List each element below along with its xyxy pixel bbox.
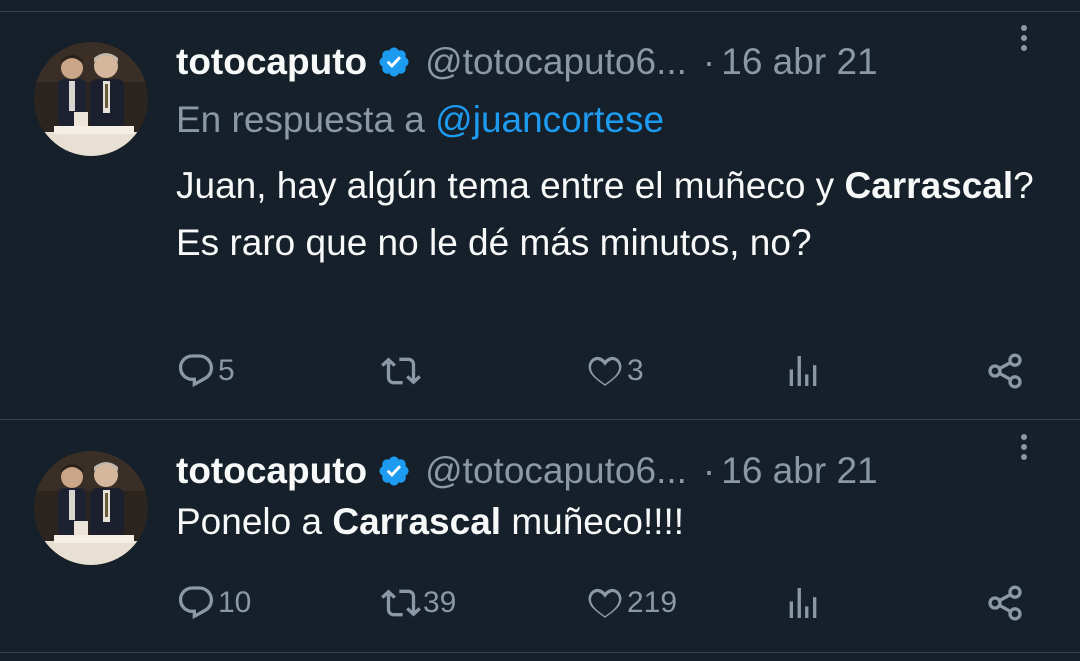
reply-bubble-icon — [178, 586, 214, 620]
avatar-photo — [34, 451, 148, 565]
share-button[interactable] — [985, 349, 1025, 393]
reply-bubble-icon — [178, 354, 214, 388]
tweet-text: Ponelo a Carrascal muñeco!!!! — [176, 501, 1056, 543]
tweet-date[interactable]: 16 abr 21 — [721, 42, 877, 82]
retweet-icon — [381, 357, 421, 385]
user-handle[interactable]: @totocaputo6... — [425, 42, 687, 82]
reply-count: 10 — [218, 586, 252, 619]
more-vertical-icon[interactable] — [1012, 429, 1036, 465]
share-icon — [988, 585, 1022, 621]
more-vertical-icon[interactable] — [1012, 20, 1036, 56]
tweet[interactable]: totocaputo @totocaputo6... · 16 abr 21 E… — [0, 12, 1080, 420]
tweet-text-part: muñeco!!!! — [501, 501, 685, 542]
avatar[interactable] — [34, 42, 148, 156]
user-handle[interactable]: @totocaputo6... — [425, 451, 687, 491]
tweet-actions: 5 3 — [0, 349, 1080, 393]
display-name[interactable]: totocaputo — [176, 42, 367, 82]
heart-icon — [588, 356, 622, 386]
share-icon — [988, 353, 1022, 389]
analytics-bars-icon — [789, 588, 817, 618]
reply-button[interactable]: 5 — [176, 349, 235, 393]
views-button[interactable] — [783, 349, 823, 393]
separator-dot: · — [702, 41, 716, 82]
avatar-photo — [34, 42, 148, 156]
like-count: 3 — [627, 354, 644, 387]
avatar[interactable] — [34, 451, 148, 565]
tweet-text-bold: Carrascal — [332, 501, 502, 542]
like-button[interactable]: 219 — [585, 581, 677, 625]
retweet-count: 39 — [423, 586, 457, 619]
verified-badge-icon — [379, 456, 409, 486]
tweet-text-part: Juan, hay algún tema entre el muñeco y — [176, 165, 845, 206]
reply-prefix: En respuesta a — [176, 99, 436, 140]
heart-icon — [588, 588, 622, 618]
analytics-bars-icon — [789, 356, 817, 386]
tweet[interactable]: totocaputo @totocaputo6... · 16 abr 21 P… — [0, 421, 1080, 653]
reply-count: 5 — [218, 354, 235, 387]
like-button[interactable]: 3 — [585, 349, 644, 393]
reply-mention-link[interactable]: @juancortese — [435, 99, 664, 140]
retweet-button[interactable]: 39 — [381, 581, 456, 625]
retweet-icon — [381, 589, 421, 617]
tweet-text: Juan, hay algún tema entre el muñeco y C… — [176, 157, 1056, 271]
reply-context: En respuesta a @juancortese — [176, 99, 664, 141]
share-button[interactable] — [985, 581, 1025, 625]
tweet-text-part: Ponelo a — [176, 501, 333, 542]
verified-badge-icon — [379, 47, 409, 77]
reply-button[interactable]: 10 — [176, 581, 251, 625]
tweet-actions: 10 39 219 — [0, 581, 1080, 625]
tweet-date[interactable]: 16 abr 21 — [721, 451, 877, 491]
display-name[interactable]: totocaputo — [176, 451, 367, 491]
tweet-header: totocaputo @totocaputo6... · 16 abr 21 — [176, 42, 1040, 82]
separator-dot: · — [702, 450, 716, 491]
retweet-button[interactable] — [381, 349, 423, 393]
views-button[interactable] — [783, 581, 823, 625]
top-divider — [0, 0, 1080, 12]
like-count: 219 — [627, 586, 678, 619]
tweet-text-bold: Carrascal — [844, 165, 1014, 206]
tweet-header: totocaputo @totocaputo6... · 16 abr 21 — [176, 451, 1040, 491]
